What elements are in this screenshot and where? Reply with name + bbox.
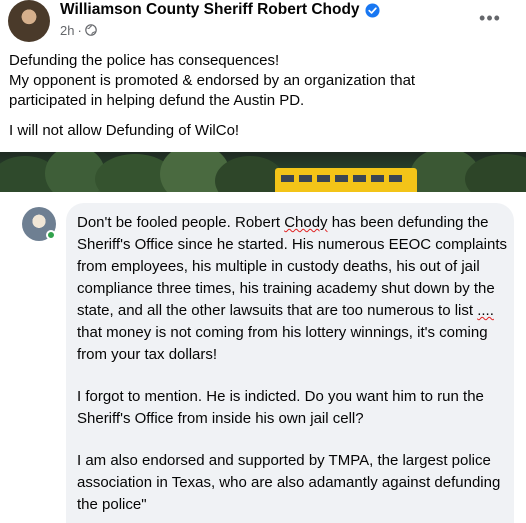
comment-text: Don't be fooled people. Robert Chody has… [77, 212, 507, 516]
bus-window [371, 175, 384, 182]
post-line: participated in helping defund the Austi… [9, 92, 305, 109]
post-header: Williamson County Sheriff Robert Chody 2… [0, 0, 526, 44]
bus-shape [275, 168, 417, 192]
comment-text-run: Don't be fooled people. Robert [77, 214, 285, 231]
post-body: Defunding the police has consequences! M… [9, 51, 519, 141]
bus-window [299, 175, 312, 182]
author-row: Williamson County Sheriff Robert Chody [60, 0, 380, 20]
post-line: My opponent is promoted & endorsed by an… [9, 72, 416, 89]
meta-separator: · [77, 22, 82, 38]
post-timestamp[interactable]: 2h [60, 23, 74, 38]
globe-icon[interactable] [85, 24, 97, 36]
bus-window [281, 175, 294, 182]
online-status-dot [46, 230, 56, 240]
comment-paragraph: I am also endorsed and supported by TMPA… [77, 452, 501, 513]
post-line: Defunding the police has consequences! [9, 52, 280, 69]
author-avatar[interactable] [8, 0, 50, 42]
post-image[interactable] [0, 152, 526, 192]
post-closing-line: I will not allow Defunding of WilCo! [9, 122, 240, 139]
comment-text-run: that money is not coming from his lotter… [77, 324, 488, 363]
misspelled-ellipsis: .... [477, 302, 494, 319]
bus-window [353, 175, 366, 182]
bus-window [335, 175, 348, 182]
more-options-button[interactable]: ••• [478, 6, 502, 30]
author-name[interactable]: Williamson County Sheriff Robert Chody [60, 1, 360, 19]
comment-paragraph: I forgot to mention. He is indicted. Do … [77, 388, 484, 427]
post-meta: 2h · [60, 21, 97, 39]
misspelled-word: Chody [284, 214, 328, 231]
comment-paragraph: Don't be fooled people. Robert Chody has… [77, 212, 507, 366]
bus-window [317, 175, 330, 182]
bus-window [389, 175, 402, 182]
verified-badge-icon [365, 2, 380, 18]
